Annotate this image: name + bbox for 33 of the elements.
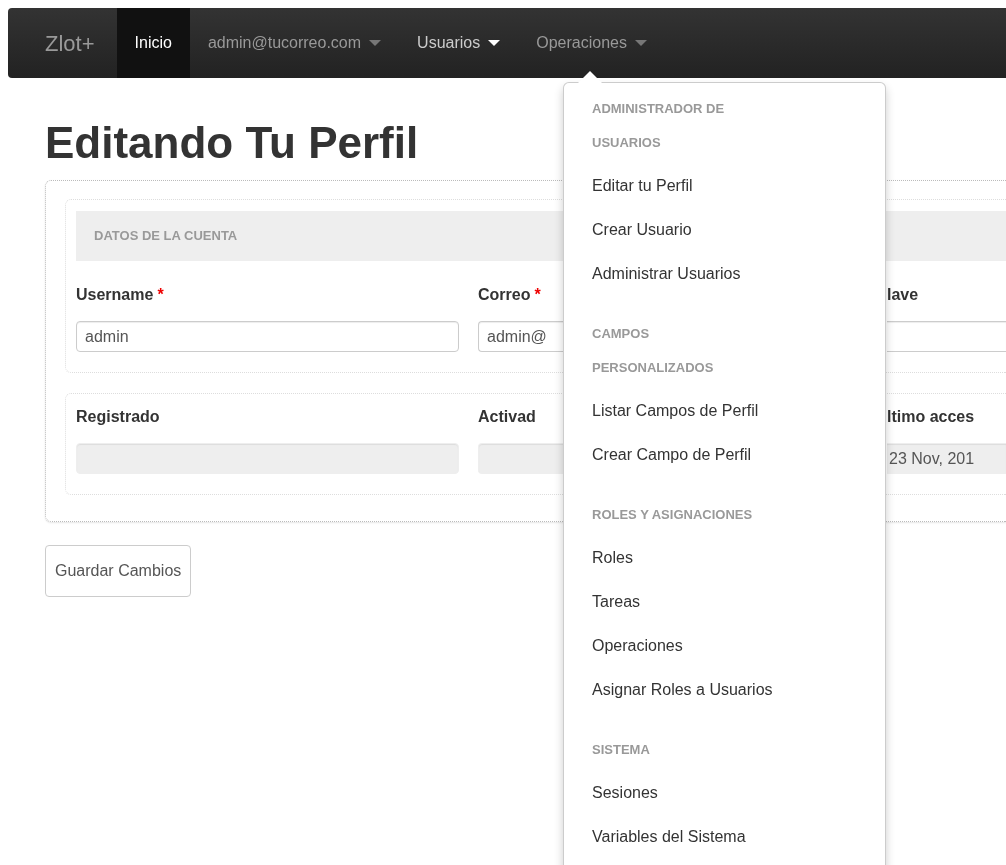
menu-item[interactable]: Tareas bbox=[564, 580, 885, 624]
field-label: lave bbox=[887, 285, 920, 305]
field-label: Activad bbox=[478, 407, 537, 427]
brand-logo[interactable]: Zlot+ bbox=[45, 8, 95, 78]
input-field[interactable]: admin@ bbox=[478, 321, 564, 352]
menu-item[interactable]: Listar Campos de Perfil bbox=[564, 389, 885, 433]
field-label: Username * bbox=[76, 285, 165, 305]
menu-header: SISTEMA bbox=[591, 741, 651, 759]
field-label: Registrado bbox=[76, 407, 161, 427]
page-title: Editando Tu Perfil bbox=[45, 118, 419, 168]
menu-header: ADMINISTRADOR DE USUARIOS bbox=[591, 100, 726, 152]
menu-item[interactable]: Asignar Roles a Usuarios bbox=[564, 668, 885, 712]
nav-link[interactable]: Usuarios bbox=[399, 8, 519, 78]
menu-item[interactable]: Sesiones bbox=[564, 771, 885, 815]
caret-icon bbox=[488, 40, 501, 46]
caret-icon bbox=[369, 40, 382, 46]
field-label: Correo * bbox=[478, 285, 542, 305]
menu-header: CAMPOS PERSONALIZADOS bbox=[591, 325, 715, 377]
menu-item[interactable]: Crear Usuario bbox=[564, 208, 885, 252]
menu-item[interactable]: Variables del Sistema bbox=[564, 815, 885, 859]
nav-link[interactable]: admin@tucorreo.com bbox=[189, 8, 400, 78]
menu-item[interactable]: Operaciones bbox=[564, 624, 885, 668]
input-field[interactable] bbox=[887, 321, 1006, 352]
menu-item[interactable]: Crear Campo de Perfil bbox=[564, 433, 885, 477]
nav-link[interactable]: Operaciones bbox=[518, 8, 665, 78]
menu-item[interactable]: Editar tu Perfil bbox=[564, 164, 885, 208]
menu-item[interactable]: Roles bbox=[564, 536, 885, 580]
field-label: ltimo acces bbox=[887, 407, 976, 427]
menu-header: ROLES Y ASIGNACIONES bbox=[591, 506, 754, 524]
caret-icon bbox=[634, 40, 647, 46]
input-field[interactable]: admin bbox=[76, 321, 459, 352]
nav-link[interactable]: Inicio bbox=[116, 8, 190, 78]
save-button[interactable]: Guardar Cambios bbox=[45, 545, 192, 597]
